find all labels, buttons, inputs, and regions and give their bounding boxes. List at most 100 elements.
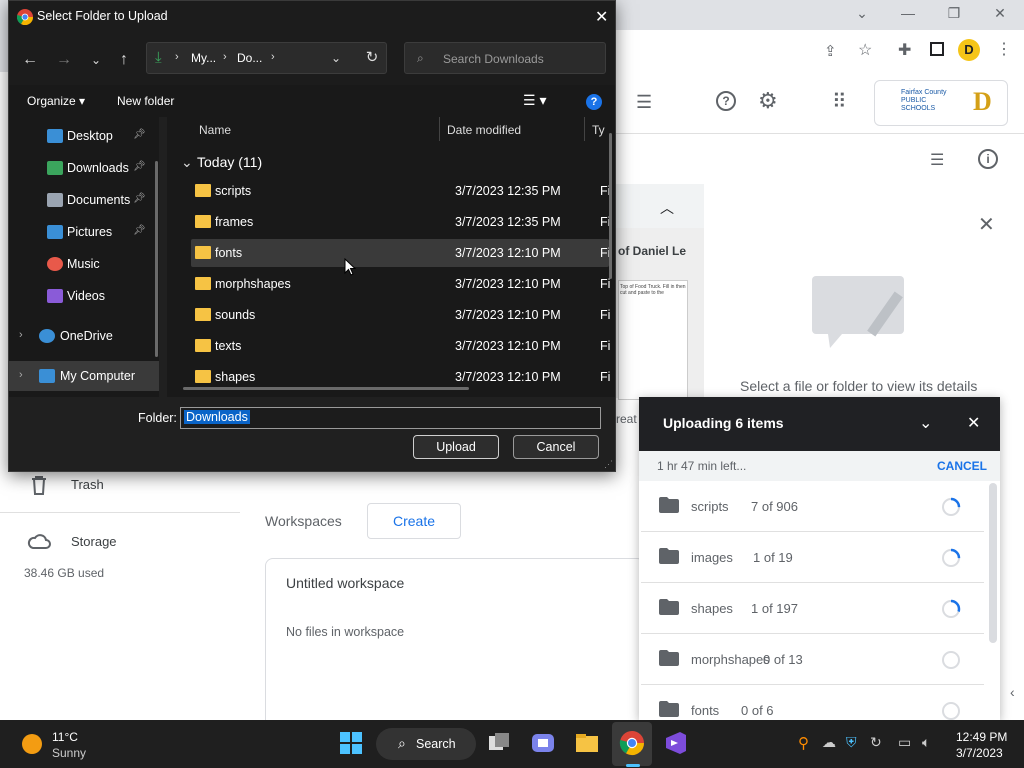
- cancel-upload-button[interactable]: CANCEL: [937, 459, 987, 473]
- refresh-icon[interactable]: ↻: [363, 49, 381, 67]
- filter-settings-icon[interactable]: ☰: [636, 92, 652, 113]
- upload-item[interactable]: shapes 1 of 197: [641, 583, 984, 634]
- teams-chat-icon[interactable]: [530, 730, 556, 756]
- chrome-menu-icon[interactable]: ⋮: [996, 39, 1012, 59]
- collapse-chevron-icon[interactable]: ︿: [660, 198, 674, 218]
- up-arrow-icon[interactable]: ↑: [115, 51, 133, 69]
- group-expand-chevron-icon[interactable]: ⌄: [181, 154, 193, 171]
- folder-input-value: Downloads: [184, 410, 250, 424]
- new-folder-button[interactable]: New folder: [117, 94, 174, 108]
- list-view-icon[interactable]: ☰: [930, 150, 944, 170]
- file-row[interactable]: sounds 3/7/2023 12:10 PM Fi: [191, 301, 610, 329]
- taskbar-search-button[interactable]: ⌕ Search: [376, 728, 476, 760]
- nav-item[interactable]: Desktop 📌︎: [9, 121, 159, 151]
- address-bar[interactable]: ⤓ › My... › Do... › ⌄: [146, 42, 387, 74]
- drive-main: Trash Storage 38.46 GB used Workspaces C…: [0, 472, 645, 728]
- column-name[interactable]: Name: [199, 123, 231, 137]
- resize-grip-icon[interactable]: ⋰: [604, 459, 613, 470]
- bookmark-star-icon[interactable]: ☆: [858, 40, 872, 60]
- nav-scrollbar[interactable]: [155, 161, 158, 357]
- upload-item[interactable]: images 1 of 19: [641, 532, 984, 583]
- minimize-chevron-icon[interactable]: ⌄: [919, 413, 932, 433]
- column-date-modified[interactable]: Date modified: [447, 123, 521, 137]
- tab-search-icon[interactable]: ⌄: [852, 5, 872, 25]
- side-panel-icon[interactable]: [930, 42, 944, 56]
- folder-icon: [195, 308, 211, 321]
- search-input[interactable]: ⌕ Search Downloads: [404, 42, 606, 74]
- breadcrumb-item[interactable]: Do...: [237, 51, 262, 65]
- details-pane: ✕ Select a file or folder to view its de…: [704, 184, 1024, 398]
- organize-label: Organize: [27, 94, 76, 108]
- file-vertical-scrollbar[interactable]: [609, 133, 612, 279]
- nav-item[interactable]: Documents 📌︎: [9, 185, 159, 215]
- upload-close-icon[interactable]: ✕: [967, 413, 980, 433]
- folder-input[interactable]: Downloads: [180, 407, 601, 429]
- file-explorer-icon[interactable]: [574, 730, 600, 756]
- nav-item[interactable]: Pictures 📌︎: [9, 217, 159, 247]
- apps-grid-icon[interactable]: ⠿: [832, 89, 847, 114]
- restore-icon[interactable]: ❐: [944, 5, 964, 25]
- upload-item[interactable]: scripts 7 of 906: [641, 481, 984, 532]
- file-row[interactable]: morphshapes 3/7/2023 12:10 PM Fi: [191, 270, 610, 298]
- view-options-icon[interactable]: ☰ ▾: [523, 92, 546, 109]
- task-view-icon[interactable]: [486, 730, 512, 756]
- upload-button[interactable]: Upload: [413, 435, 499, 459]
- scroll-left-chevron-icon[interactable]: ‹: [1010, 684, 1015, 700]
- cancel-button[interactable]: Cancel: [513, 435, 599, 459]
- dialog-close-icon[interactable]: ✕: [595, 7, 608, 27]
- nav-item[interactable]: Videos: [9, 281, 159, 311]
- profile-avatar[interactable]: D: [958, 39, 980, 61]
- trash-link[interactable]: Trash: [71, 477, 104, 492]
- upload-scrollbar[interactable]: [989, 483, 997, 643]
- create-workspace-button[interactable]: Create: [367, 503, 461, 539]
- details-close-icon[interactable]: ✕: [978, 212, 995, 237]
- address-dropdown-icon[interactable]: ⌄: [331, 51, 341, 65]
- extensions-icon[interactable]: ✚: [898, 40, 911, 60]
- volume-icon[interactable]: 🔈︎: [922, 734, 930, 751]
- expand-chevron-icon[interactable]: ›: [19, 369, 23, 381]
- share-icon[interactable]: ⇪: [824, 42, 837, 60]
- windows-start-icon[interactable]: [338, 730, 364, 756]
- clock-time[interactable]: 12:49 PM: [956, 730, 1007, 744]
- details-hint: Select a file or folder to view its deta…: [740, 378, 978, 394]
- tray-app-icon[interactable]: ⚲: [798, 734, 809, 752]
- nav-item[interactable]: Downloads 📌︎: [9, 153, 159, 183]
- file-preview-card[interactable]: ︿ of Daniel Le Top of Food Truck. Fill i…: [616, 184, 704, 426]
- upload-item[interactable]: morphshapes 0 of 13: [641, 634, 984, 685]
- info-icon[interactable]: i: [978, 149, 998, 169]
- weather-temp[interactable]: 11°C: [52, 730, 78, 744]
- file-row[interactable]: frames 3/7/2023 12:35 PM Fi: [191, 208, 610, 236]
- group-header[interactable]: Today (11): [197, 154, 262, 170]
- weather-sun-icon[interactable]: [22, 734, 42, 754]
- visual-studio-icon[interactable]: [662, 730, 688, 756]
- display-icon[interactable]: ▭: [898, 734, 911, 751]
- breadcrumb-item[interactable]: My...: [191, 51, 216, 65]
- file-horizontal-scrollbar[interactable]: [183, 387, 469, 390]
- recent-locations-chevron-icon[interactable]: ⌄: [87, 51, 105, 69]
- nav-item[interactable]: › OneDrive: [9, 321, 159, 351]
- sync-icon[interactable]: ↻: [870, 734, 882, 751]
- weather-desc[interactable]: Sunny: [52, 746, 86, 760]
- settings-gear-icon[interactable]: ⚙: [758, 88, 778, 114]
- school-logo[interactable]: Fairfax County PUBLIC SCHOOLS D: [874, 80, 1008, 126]
- minimize-icon[interactable]: —: [898, 5, 918, 25]
- help-icon[interactable]: ?: [716, 91, 736, 111]
- file-row[interactable]: fonts 3/7/2023 12:10 PM Fi: [191, 239, 610, 267]
- column-type[interactable]: Ty: [592, 123, 605, 137]
- back-arrow-icon[interactable]: ←: [21, 51, 39, 69]
- organize-menu[interactable]: Organize ▾: [27, 94, 85, 108]
- file-row[interactable]: texts 3/7/2023 12:10 PM Fi: [191, 332, 610, 360]
- clock-date[interactable]: 3/7/2023: [956, 746, 1003, 760]
- forward-arrow-icon[interactable]: →: [55, 51, 73, 69]
- nav-item[interactable]: Music: [9, 249, 159, 279]
- storage-link[interactable]: Storage: [71, 534, 117, 549]
- expand-chevron-icon[interactable]: ›: [19, 329, 23, 341]
- workspace-card[interactable]: Untitled workspace No files in workspace: [265, 558, 645, 728]
- help-icon[interactable]: ?: [586, 94, 602, 110]
- file-row[interactable]: scripts 3/7/2023 12:35 PM Fi: [191, 177, 610, 205]
- onedrive-tray-icon[interactable]: ☁: [822, 734, 836, 751]
- chrome-taskbar-icon[interactable]: [619, 730, 645, 756]
- nav-item[interactable]: › My Computer: [9, 361, 159, 391]
- security-shield-icon[interactable]: ⛨: [846, 734, 857, 751]
- window-close-icon[interactable]: ✕: [990, 5, 1010, 25]
